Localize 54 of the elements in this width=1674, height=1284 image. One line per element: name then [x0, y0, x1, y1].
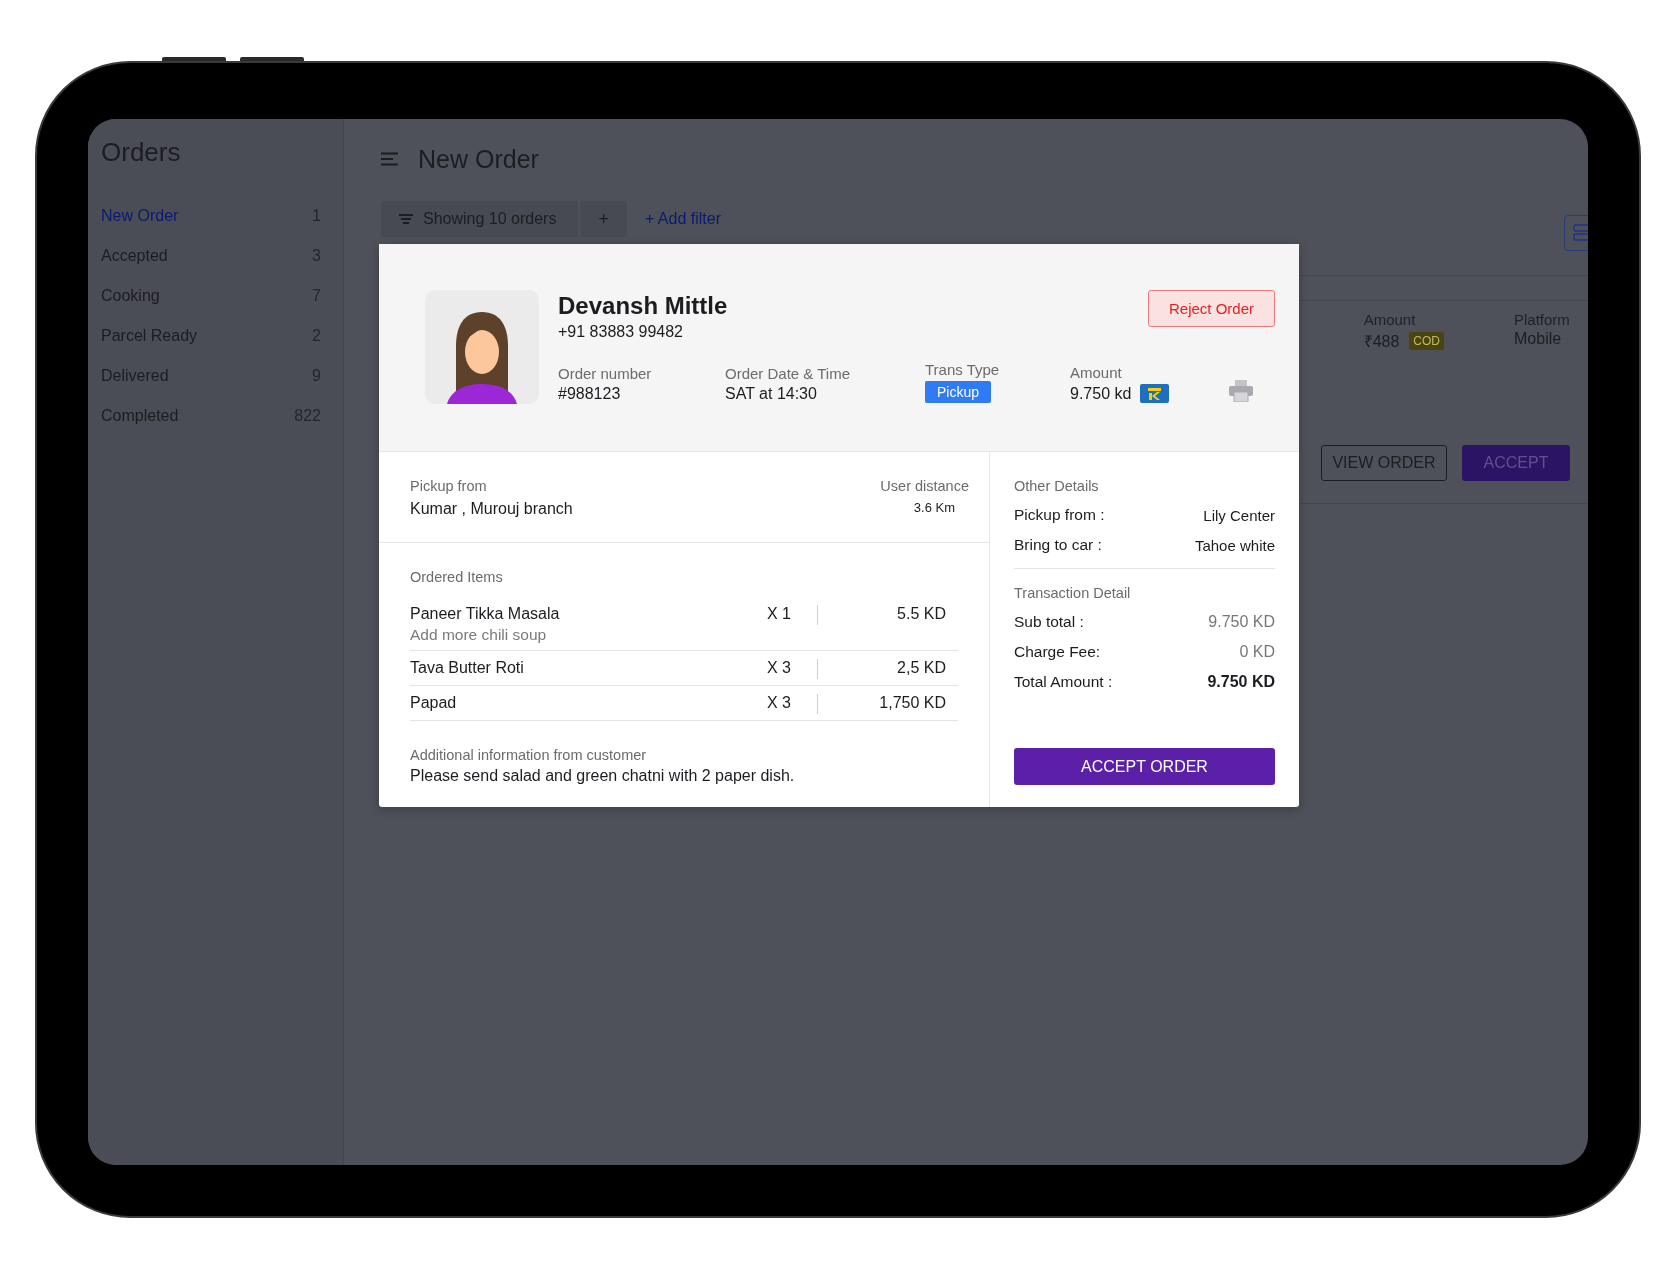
item-name: Paneer Tikka Masala — [410, 605, 561, 623]
field-label: Order Date & Time — [725, 365, 852, 382]
page-title: New Order — [418, 144, 539, 174]
item-price: 1,750 KD — [878, 694, 947, 712]
item-quantity: X 3 — [767, 694, 792, 712]
item-price: 5.5 KD — [896, 605, 947, 623]
distance-label: User distance — [880, 478, 969, 494]
platform-value: Mobile — [1514, 330, 1563, 348]
additional-info-label: Additional information from customer — [410, 747, 648, 763]
trans-type-badge: Pickup — [925, 381, 992, 403]
avatar-icon — [425, 290, 539, 404]
item-quantity: X 1 — [767, 605, 792, 623]
item-name: Tava Butter Roti — [410, 659, 525, 677]
transaction-value: 9.750 KD — [1207, 673, 1275, 691]
customer-name: Devansh Mittle — [558, 292, 728, 320]
detail-label: Bring to car : — [1014, 536, 1102, 554]
amount-value: ₹488 — [1363, 332, 1400, 352]
ordered-items-title: Ordered Items — [410, 569, 504, 585]
view-order-button[interactable]: VIEW ORDER — [1321, 445, 1447, 481]
transaction-value: 9.750 KD — [1208, 613, 1275, 631]
filter-icon — [399, 214, 413, 224]
add-button[interactable]: + — [580, 201, 627, 237]
field-value: SAT at 14:30 — [725, 385, 818, 403]
field-value: #988123 — [558, 385, 622, 403]
transaction-label: Charge Fee: — [1014, 643, 1101, 661]
reject-order-button[interactable]: Reject Order — [1148, 290, 1275, 327]
other-details-title: Other Details — [1014, 478, 1100, 494]
detail-label: Pickup from : — [1014, 506, 1105, 524]
item-quantity: X 3 — [767, 659, 792, 677]
additional-info-text: Please send salad and green chatni with 2 paper dish. — [410, 767, 796, 785]
printer-icon[interactable] — [1229, 380, 1254, 402]
pickup-value: Kumar , Murouj branch — [410, 500, 573, 518]
customer-phone: +91 83883 99482 — [558, 323, 684, 341]
card-logo-icon — [1140, 384, 1170, 403]
field-label: Amount — [1070, 364, 1123, 381]
transaction-value: 0 KD — [1239, 643, 1275, 661]
field-label: Trans Type — [925, 361, 1001, 378]
field-label: Order number — [558, 365, 653, 382]
distance-value: 3.6 Km — [913, 500, 956, 515]
accept-button[interactable]: ACCEPT — [1462, 445, 1570, 481]
transaction-label: Total Amount : — [1014, 673, 1113, 691]
transaction-title: Transaction Detail — [1014, 585, 1132, 601]
detail-value: Lily Center — [1203, 506, 1275, 524]
accept-order-button[interactable]: ACCEPT ORDER — [1014, 748, 1275, 785]
item-price: 2,5 KD — [896, 659, 947, 677]
add-filter-link[interactable]: + Add filter — [644, 210, 721, 228]
payment-badge: COD — [1409, 332, 1444, 350]
item-note: Add more chili soup — [410, 626, 548, 644]
menu-icon[interactable] — [381, 152, 398, 166]
field-value: 9.750 kd — [1070, 384, 1132, 403]
detail-value: Tahoe white — [1194, 536, 1275, 554]
transaction-label: Sub total : — [1014, 613, 1084, 631]
item-name: Papad — [410, 694, 458, 712]
pickup-label: Pickup from — [410, 478, 488, 494]
